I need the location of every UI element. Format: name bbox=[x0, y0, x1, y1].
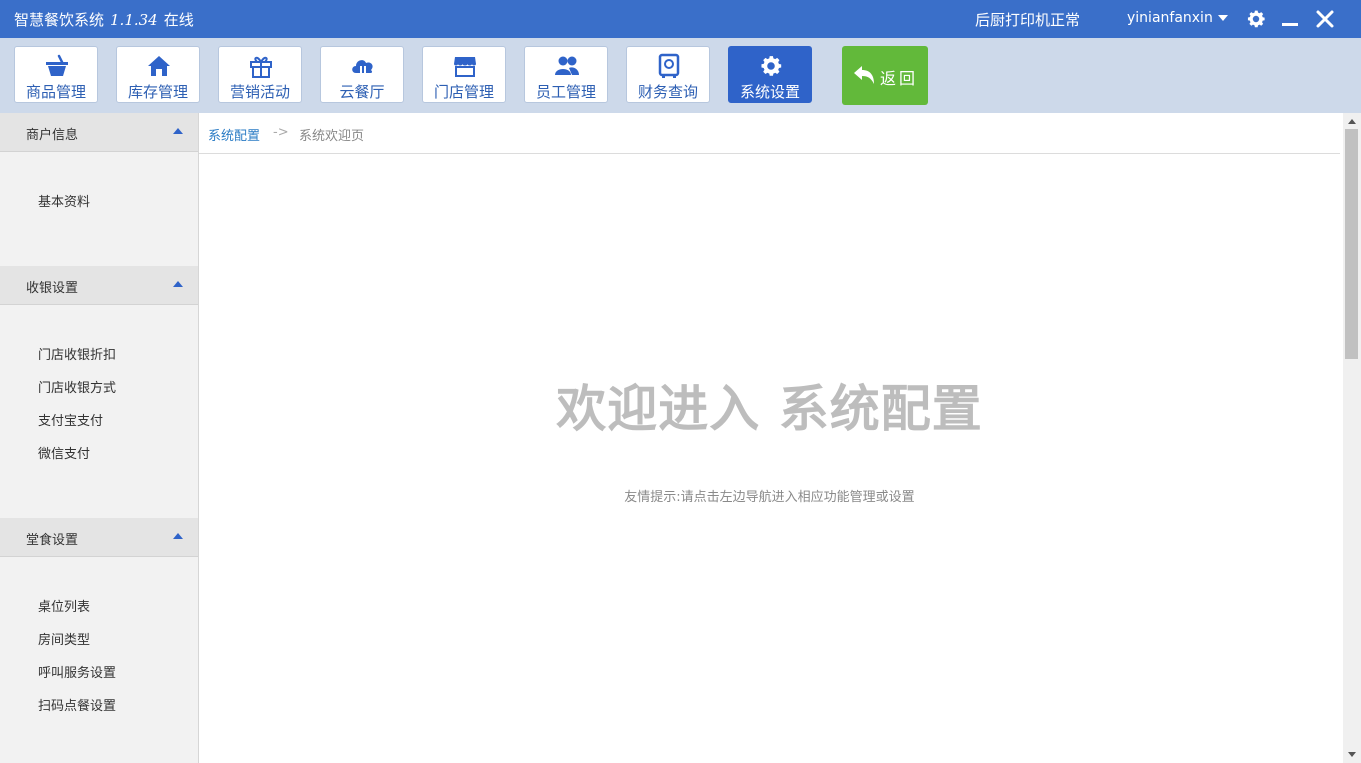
gift-icon bbox=[250, 56, 272, 78]
sidebar-item-basic-info[interactable]: 基本资料 bbox=[38, 191, 90, 210]
safe-icon bbox=[658, 53, 680, 78]
collapse-arrow-icon bbox=[173, 281, 183, 287]
breadcrumb-parent-link[interactable]: 系统配置 bbox=[208, 125, 260, 144]
collapse-arrow-icon bbox=[173, 128, 183, 134]
caret-down-icon[interactable] bbox=[1218, 15, 1228, 21]
users-icon bbox=[555, 56, 579, 75]
sidebar-item-table-list[interactable]: 桌位列表 bbox=[38, 596, 90, 615]
toolbar-label: 商品管理 bbox=[25, 83, 86, 101]
back-button[interactable]: 返回 bbox=[842, 46, 928, 105]
gear-icon[interactable] bbox=[1245, 8, 1267, 30]
minimize-icon[interactable] bbox=[1279, 8, 1301, 30]
toolbar-label: 云餐厅 bbox=[339, 83, 385, 101]
basket-icon bbox=[46, 54, 68, 76]
toolbar-label: 库存管理 bbox=[127, 83, 188, 101]
toolbar-label: 财务查询 bbox=[637, 83, 698, 101]
cloud-cutlery-icon bbox=[352, 60, 373, 77]
toolbar-label: 员工管理 bbox=[535, 83, 596, 101]
sidebar-section-cashier-settings[interactable]: 收银设置 bbox=[0, 266, 198, 305]
collapse-arrow-icon bbox=[173, 533, 183, 539]
main-toolbar: 商品管理 库存管理 营销活动 云餐厅 门店管理 员工管理 财务查询 系统设置 返… bbox=[0, 38, 1361, 113]
sidebar-item-alipay[interactable]: 支付宝支付 bbox=[38, 410, 103, 429]
sidebar-section-merchant-info[interactable]: 商户信息 bbox=[0, 113, 198, 152]
back-button-label: 返回 bbox=[880, 69, 919, 88]
breadcrumb-current: 系统欢迎页 bbox=[299, 129, 365, 144]
printer-status: 后厨打印机正常 bbox=[975, 11, 1081, 29]
sidebar-item-call-service[interactable]: 呼叫服务设置 bbox=[38, 662, 116, 681]
breadcrumb-separator: -> bbox=[273, 125, 289, 140]
sidebar-item-cashier-methods[interactable]: 门店收银方式 bbox=[38, 377, 116, 396]
sidebar-item-room-types[interactable]: 房间类型 bbox=[38, 629, 90, 648]
sidebar-nav: 商户信息 基本资料 收银设置 门店收银折扣 门店收银方式 支付宝支付 微信支付 … bbox=[0, 113, 199, 763]
close-icon[interactable] bbox=[1314, 8, 1336, 30]
undo-arrow-icon bbox=[854, 66, 874, 84]
toolbar-label: 系统设置 bbox=[739, 83, 800, 101]
sidebar-section-dine-in-settings[interactable]: 堂食设置 bbox=[0, 518, 198, 557]
breadcrumb: 系统配置 -> 系统欢迎页 bbox=[199, 113, 1340, 154]
user-menu[interactable]: yinianfanxin bbox=[1127, 10, 1213, 26]
toolbar-staff-management-button[interactable]: 员工管理 bbox=[524, 46, 608, 103]
hint-text: 友情提示:请点击左边导航进入相应功能管理或设置 bbox=[624, 490, 915, 505]
toolbar-marketing-button[interactable]: 营销活动 bbox=[218, 46, 302, 103]
section-title: 堂食设置 bbox=[26, 533, 79, 548]
title-bar: 智慧餐饮系统 1.1.34 在线 后厨打印机正常 yinianfanxin bbox=[0, 0, 1361, 38]
home-icon bbox=[148, 56, 170, 76]
app-version: 1.1.34 bbox=[110, 11, 158, 29]
toolbar-product-management-button[interactable]: 商品管理 bbox=[14, 46, 98, 103]
toolbar-inventory-management-button[interactable]: 库存管理 bbox=[116, 46, 200, 103]
scrollbar-thumb[interactable] bbox=[1345, 129, 1358, 359]
section-title: 商户信息 bbox=[26, 128, 79, 143]
app-name: 智慧餐饮系统 bbox=[14, 11, 105, 29]
main-content: 系统配置 -> 系统欢迎页 欢迎进入 系统配置 友情提示:请点击左边导航进入相应… bbox=[199, 113, 1341, 763]
storefront-icon bbox=[454, 57, 476, 77]
sidebar-item-cashier-discount[interactable]: 门店收银折扣 bbox=[38, 344, 116, 363]
toolbar-system-settings-button[interactable]: 系统设置 bbox=[728, 46, 812, 103]
scroll-down-arrow-icon[interactable] bbox=[1348, 752, 1356, 757]
vertical-scrollbar[interactable] bbox=[1343, 113, 1361, 763]
scroll-up-arrow-icon[interactable] bbox=[1348, 119, 1356, 124]
gear-icon bbox=[761, 56, 782, 76]
toolbar-store-management-button[interactable]: 门店管理 bbox=[422, 46, 506, 103]
sidebar-item-wechat-pay[interactable]: 微信支付 bbox=[38, 443, 90, 462]
sidebar-item-qr-ordering[interactable]: 扫码点餐设置 bbox=[38, 695, 116, 714]
toolbar-cloud-restaurant-button[interactable]: 云餐厅 bbox=[320, 46, 404, 103]
section-title: 收银设置 bbox=[26, 281, 79, 296]
welcome-heading: 欢迎进入 系统配置 bbox=[556, 380, 983, 438]
toolbar-label: 营销活动 bbox=[229, 83, 290, 101]
toolbar-finance-query-button[interactable]: 财务查询 bbox=[626, 46, 710, 103]
toolbar-label: 门店管理 bbox=[433, 83, 494, 101]
app-title: 智慧餐饮系统 1.1.34 在线 bbox=[14, 9, 194, 30]
connection-status: 在线 bbox=[163, 11, 194, 29]
